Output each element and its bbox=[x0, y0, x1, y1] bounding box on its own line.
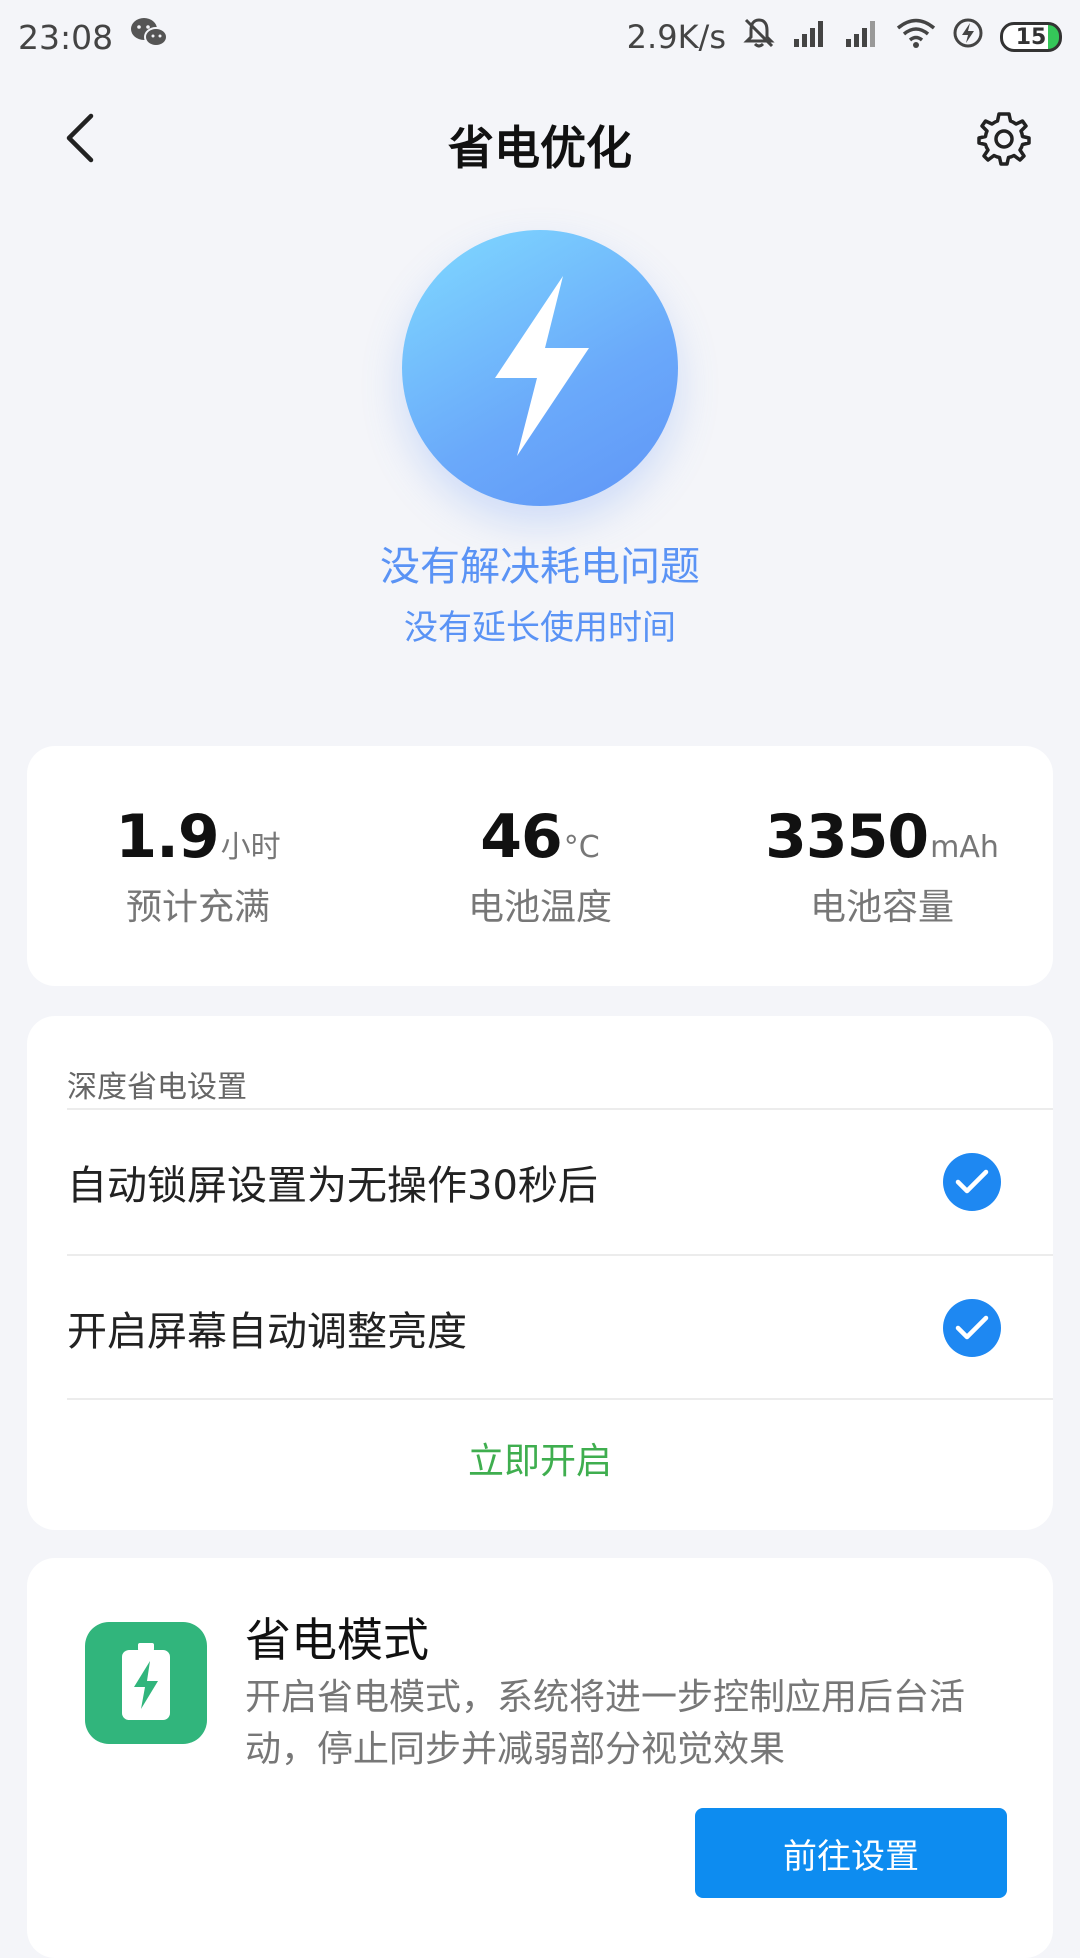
battery-stats-card: 1.9 小时 预计充满 46 °C 电池温度 3350 mAh 电池容量 bbox=[27, 746, 1053, 986]
stat-label: 电池容量 bbox=[809, 887, 954, 928]
section-title: 深度省电设置 bbox=[67, 1070, 247, 1105]
go-to-settings-button[interactable]: 前往设置 bbox=[695, 1808, 1007, 1898]
hero-title: 没有解决耗电问题 bbox=[380, 544, 700, 590]
divider bbox=[67, 1398, 1053, 1400]
option-label: 自动锁屏设置为无操作30秒后 bbox=[67, 1163, 598, 1209]
option-auto-brightness[interactable]: 开启屏幕自动调整亮度 bbox=[67, 1256, 1001, 1400]
stat-battery-capacity: 3350 mAh 电池容量 bbox=[711, 746, 1053, 986]
mode-title: 省电模式 bbox=[245, 1613, 429, 1667]
stat-value-row: 3350 mAh bbox=[765, 802, 999, 872]
charging-icon bbox=[952, 17, 984, 57]
stat-value-row: 46 °C bbox=[480, 802, 599, 872]
check-icon[interactable] bbox=[943, 1153, 1001, 1211]
status-left: 23:08 bbox=[18, 16, 169, 58]
deep-saving-card: 深度省电设置 自动锁屏设置为无操作30秒后 开启屏幕自动调整亮度 立即开启 bbox=[27, 1016, 1053, 1530]
lightning-bolt-icon bbox=[485, 276, 595, 460]
hero-subtitle: 没有延长使用时间 bbox=[404, 608, 676, 648]
stat-charge-time: 1.9 小时 预计充满 bbox=[27, 746, 369, 986]
check-icon[interactable] bbox=[943, 1299, 1001, 1357]
signal-icon bbox=[792, 18, 828, 57]
power-saving-mode-card: 省电模式 开启省电模式，系统将进一步控制应用后台活动，停止同步并减弱部分视觉效果… bbox=[27, 1558, 1053, 1958]
stat-value: 1.9 bbox=[115, 802, 219, 872]
net-speed: 2.9K/s bbox=[626, 18, 726, 56]
status-right: 2.9K/s 15 bbox=[627, 16, 1062, 58]
page-header: 省电优化 bbox=[0, 90, 1080, 190]
wechat-icon bbox=[129, 16, 169, 58]
battery-level: 15 bbox=[1015, 24, 1047, 50]
mode-description: 开启省电模式，系统将进一步控制应用后台活动，停止同步并减弱部分视觉效果 bbox=[245, 1677, 966, 1770]
stat-label: 预计充满 bbox=[125, 887, 270, 928]
status-bar: 23:08 2.9K/s 15 bbox=[0, 0, 1080, 74]
status-time: 23:08 bbox=[18, 17, 114, 57]
stat-value-row: 1.9 小时 bbox=[115, 802, 280, 872]
page-title: 省电优化 bbox=[448, 121, 632, 175]
power-optimize-hero bbox=[402, 230, 678, 506]
enable-now-button[interactable]: 立即开启 bbox=[27, 1432, 1053, 1484]
stat-unit: mAh bbox=[930, 830, 999, 865]
stat-battery-temp: 46 °C 电池温度 bbox=[369, 746, 711, 986]
wifi-icon bbox=[896, 17, 936, 57]
stats-row: 1.9 小时 预计充满 46 °C 电池温度 3350 mAh 电池容量 bbox=[27, 746, 1053, 986]
stat-unit: 小时 bbox=[220, 830, 281, 865]
battery-saver-icon bbox=[85, 1622, 207, 1744]
stat-unit: °C bbox=[563, 830, 600, 865]
mute-bell-icon bbox=[742, 16, 776, 58]
stat-label: 电池温度 bbox=[467, 887, 612, 928]
signal-icon-2 bbox=[844, 18, 880, 57]
option-label: 开启屏幕自动调整亮度 bbox=[67, 1309, 467, 1355]
battery-indicator: 15 bbox=[1000, 22, 1062, 52]
settings-button[interactable] bbox=[972, 108, 1036, 172]
option-auto-lock[interactable]: 自动锁屏设置为无操作30秒后 bbox=[67, 1110, 1001, 1254]
stat-value: 46 bbox=[480, 802, 562, 872]
stat-value: 3350 bbox=[765, 802, 929, 872]
gear-icon bbox=[976, 110, 1032, 170]
